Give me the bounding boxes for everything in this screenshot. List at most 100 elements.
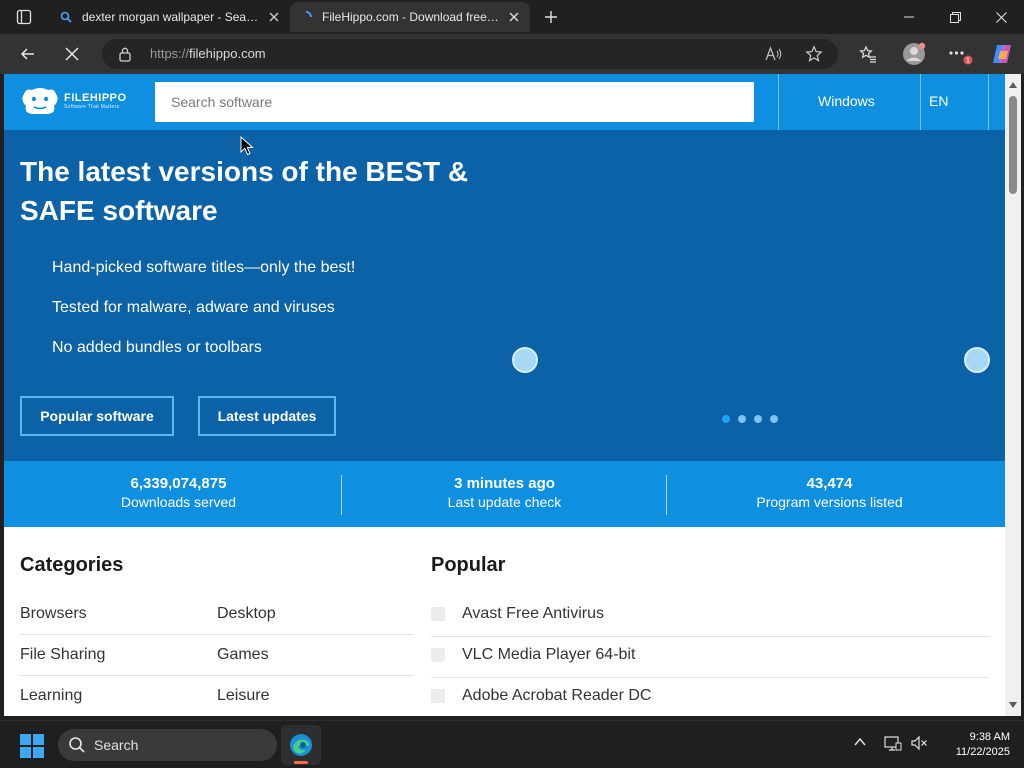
- search-icon: [68, 736, 86, 759]
- minimize-icon: [904, 16, 914, 18]
- carousel-next-button[interactable]: [964, 347, 990, 373]
- copilot-button[interactable]: [988, 40, 1016, 68]
- close-icon: [995, 11, 1007, 23]
- clock-time: 9:38 AM: [969, 731, 1010, 743]
- stop-loading-button[interactable]: [58, 40, 86, 68]
- loading-favicon-icon: [298, 9, 314, 25]
- mouse-cursor-icon: [240, 136, 254, 156]
- network-icon: [884, 736, 902, 751]
- hero-feature: No added bundles or toolbars: [52, 339, 262, 356]
- hero-banner: The latest versions of the BEST & SAFE s…: [4, 130, 1005, 461]
- latest-updates-button[interactable]: Latest updates: [198, 396, 336, 436]
- avatar-icon: [903, 42, 926, 65]
- windows-platform-link[interactable]: Windows: [818, 93, 875, 109]
- read-aloud-icon[interactable]: [764, 44, 784, 64]
- categories-title: Categories: [20, 554, 124, 576]
- lock-icon: [118, 46, 132, 67]
- start-button[interactable]: [20, 734, 44, 763]
- tab-close-icon[interactable]: [266, 9, 282, 25]
- new-tab-button[interactable]: [540, 6, 562, 28]
- header-divider: [988, 74, 989, 130]
- stat-label: Program versions listed: [756, 494, 903, 510]
- favorite-star-icon[interactable]: [804, 44, 824, 64]
- chevron-up-icon: [854, 737, 866, 746]
- close-window-button[interactable]: [978, 0, 1024, 34]
- address-bar[interactable]: https://filehippo.com: [102, 39, 838, 69]
- taskbar-search[interactable]: Search: [58, 729, 277, 761]
- popular-item[interactable]: Avast Free Antivirus: [431, 596, 989, 637]
- stats-bar: 6,339,074,875 Downloads served 3 minutes…: [4, 461, 1005, 527]
- hero-feature: Hand-picked software titles—only the bes…: [52, 259, 356, 276]
- arrow-left-icon: [20, 48, 34, 60]
- popular-item-name: Avast Free Antivirus: [462, 605, 604, 622]
- popular-item[interactable]: Adobe Acrobat Reader DC: [431, 678, 989, 716]
- scroll-up-icon[interactable]: [1008, 80, 1018, 90]
- favorites-icon: [859, 45, 876, 63]
- carousel-dot[interactable]: [722, 415, 730, 423]
- tab-actions-button[interactable]: [10, 7, 38, 27]
- volume-button[interactable]: [910, 735, 928, 756]
- stat-label: Last update check: [447, 494, 562, 510]
- stat-value: 43,474: [806, 475, 853, 492]
- tab-close-icon[interactable]: [506, 9, 522, 25]
- hero-feature: Tested for malware, adware and viruses: [52, 299, 335, 316]
- windows-taskbar: Search 9:38 AM 11/22/2025: [0, 720, 1024, 768]
- carousel-dot[interactable]: [770, 415, 778, 423]
- taskbar-search-label: Search: [94, 737, 139, 753]
- page-scrollbar[interactable]: [1005, 74, 1021, 716]
- browser-tab-strip: dexter morgan wallpaper - Search FileHip…: [0, 0, 1024, 34]
- web-viewport: FILEHIPPO Software That Matters Windows …: [4, 74, 1005, 716]
- plus-icon: [545, 11, 557, 23]
- stat-value: 6,339,074,875: [130, 475, 227, 492]
- category-file-sharing[interactable]: File Sharing: [20, 646, 105, 664]
- category-games[interactable]: Games: [217, 646, 269, 664]
- search-input[interactable]: [155, 82, 754, 122]
- minimize-button[interactable]: [886, 0, 932, 34]
- popular-item[interactable]: VLC Media Player 64-bit: [431, 637, 989, 678]
- popular-title: Popular: [431, 554, 506, 576]
- favorites-button[interactable]: [854, 40, 882, 68]
- category-leisure[interactable]: Leisure: [217, 687, 269, 705]
- restore-button[interactable]: [932, 0, 978, 34]
- copilot-icon: [993, 45, 1011, 63]
- scrollbar-thumb[interactable]: [1009, 96, 1017, 194]
- more-dots-icon: 1: [949, 51, 973, 65]
- main-content: Categories Browsers Desktop File Sharing…: [4, 527, 1005, 716]
- filehippo-logo[interactable]: FILEHIPPO Software That Matters: [20, 86, 127, 116]
- row-divider: [20, 675, 414, 676]
- clock-date: 11/22/2025: [955, 746, 1010, 758]
- app-icon: [431, 607, 445, 621]
- url-text[interactable]: https://filehippo.com: [150, 46, 266, 61]
- category-browsers[interactable]: Browsers: [20, 605, 87, 623]
- language-selector[interactable]: EN: [929, 93, 948, 109]
- profile-button[interactable]: [900, 40, 928, 68]
- hippo-logo-icon: [22, 88, 58, 114]
- carousel-dot[interactable]: [738, 415, 746, 423]
- popular-software-button[interactable]: Popular software: [20, 396, 174, 436]
- carousel-prev-button[interactable]: [512, 347, 538, 373]
- back-button[interactable]: [14, 40, 42, 68]
- settings-more-button[interactable]: 1: [946, 40, 974, 68]
- carousel-dot[interactable]: [754, 415, 762, 423]
- restore-icon: [949, 11, 961, 23]
- show-hidden-icons-button[interactable]: [853, 735, 867, 754]
- network-button[interactable]: [884, 735, 902, 756]
- taskbar-edge-button[interactable]: [281, 725, 321, 765]
- app-icon: [431, 648, 445, 662]
- volume-muted-icon: [911, 735, 927, 751]
- stat-value: 3 minutes ago: [454, 475, 555, 492]
- category-learning[interactable]: Learning: [20, 687, 82, 705]
- tab-dexter-search[interactable]: dexter morgan wallpaper - Search: [50, 2, 290, 32]
- edge-icon: [290, 734, 312, 756]
- stat-last-update: 3 minutes ago Last update check: [342, 475, 667, 510]
- tab-title: FileHippo.com - Download free so: [322, 10, 500, 24]
- hero-title: The latest versions of the BEST & SAFE s…: [20, 156, 469, 226]
- scroll-down-icon[interactable]: [1008, 700, 1018, 710]
- software-search-box[interactable]: [155, 82, 754, 122]
- app-icon: [431, 689, 445, 703]
- carousel-dots: [722, 415, 778, 423]
- category-desktop[interactable]: Desktop: [217, 605, 276, 623]
- tab-filehippo[interactable]: FileHippo.com - Download free so: [290, 2, 530, 32]
- search-favicon-icon: [58, 9, 74, 25]
- system-clock[interactable]: 9:38 AM 11/22/2025: [938, 730, 1010, 760]
